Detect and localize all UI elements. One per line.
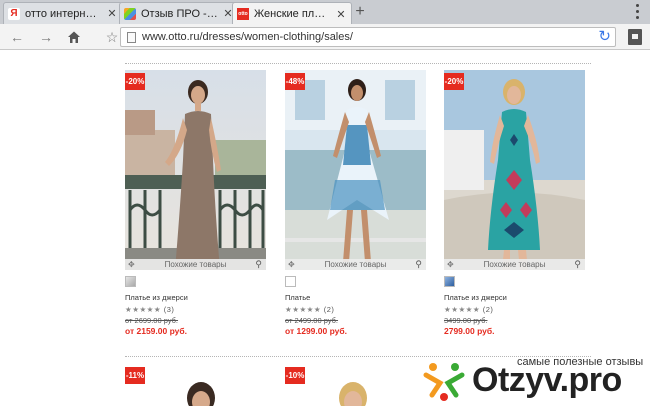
browser-toolbar: ← → ☆ www.otto.ru/dresses/women-clothing… [0, 24, 650, 50]
product-name[interactable]: Платье [285, 293, 310, 302]
row-divider [125, 63, 591, 64]
similar-products-label[interactable]: Похожие товары [125, 260, 266, 269]
magnifier-icon[interactable]: ⚲ [574, 259, 581, 270]
product-photo[interactable] [285, 70, 426, 270]
old-price: от 2699.00 руб. [125, 316, 179, 325]
close-icon[interactable]: ✕ [106, 7, 118, 20]
review-count[interactable]: (2) [483, 305, 494, 314]
otto-icon: otto [237, 8, 249, 20]
rating: ★★★★★ (3) [125, 305, 174, 314]
url-text[interactable]: www.otto.ru/dresses/women-clothing/sales… [142, 31, 353, 43]
sale-price: 2799.00 руб. [444, 326, 495, 336]
similar-products-label[interactable]: Похожие товары [285, 260, 426, 269]
watermark-logo: Otzyv.pro [472, 361, 622, 399]
product-name[interactable]: Платье из джерси [444, 293, 507, 302]
color-swatch[interactable] [125, 276, 136, 287]
product-photo[interactable] [125, 364, 266, 406]
tab-title: Женские пл… [254, 8, 326, 20]
color-swatch[interactable] [285, 276, 296, 287]
bookmark-list-icon[interactable] [628, 29, 642, 45]
discount-badge: -48% [285, 73, 305, 90]
page-icon [127, 32, 136, 43]
sale-price: от 1299.00 руб. [285, 326, 348, 336]
yandex-icon: Я [8, 7, 20, 20]
sale-price: от 2159.00 руб. [125, 326, 188, 336]
old-price: от 2499.00 руб. [285, 316, 339, 325]
discount-badge: -20% [125, 73, 145, 90]
tab-title: отто интерн… [25, 7, 97, 20]
bookmark-star-icon[interactable]: ☆ [103, 28, 121, 46]
discount-badge: -10% [285, 367, 305, 384]
address-bar[interactable]: www.otto.ru/dresses/women-clothing/sales… [120, 27, 616, 47]
color-swatch[interactable] [444, 276, 455, 287]
back-arrow-icon[interactable]: ← [8, 28, 26, 46]
product-name[interactable]: Платье из джерси [125, 293, 188, 302]
review-count[interactable]: (3) [164, 305, 175, 314]
tab-otzyv-pro[interactable]: Отзыв ПРО -… ✕ [119, 2, 239, 24]
reload-icon[interactable]: ↻ [598, 28, 611, 46]
similar-products-bar[interactable]: ✥ Похожие товары ⚲ [125, 259, 266, 270]
similar-products-bar[interactable]: ✥ Похожие товары ⚲ [285, 259, 426, 270]
tab-otto-search[interactable]: Я отто интерн… ✕ [3, 2, 123, 24]
otzyv-watermark: самые полезные отзывы Otzyv.pro [420, 353, 650, 406]
old-price: 3499.00 руб. [444, 316, 488, 325]
review-count[interactable]: (2) [324, 305, 335, 314]
tab-womens-dresses[interactable]: otto Женские пл… ✕ [232, 2, 352, 25]
forward-arrow-icon[interactable]: → [37, 28, 55, 46]
discount-badge: -11% [125, 367, 145, 384]
pinwheel-icon [124, 7, 136, 20]
product-photo[interactable] [285, 364, 426, 406]
tab-title: Отзыв ПРО -… [141, 7, 218, 20]
discount-badge: -20% [444, 73, 464, 90]
tab-strip: Я отто интерн… ✕ Отзыв ПРО -… ✕ otto Жен… [0, 0, 650, 25]
browser-menu-icon[interactable] [634, 2, 640, 20]
rating-stars: ★★★★★ [444, 305, 481, 314]
product-photo[interactable] [125, 70, 266, 270]
similar-products-bar[interactable]: ✥ Похожие товары ⚲ [444, 259, 585, 270]
home-icon[interactable] [65, 28, 83, 46]
magnifier-icon[interactable]: ⚲ [415, 259, 422, 270]
product-photo[interactable] [444, 70, 585, 270]
rating-stars: ★★★★★ [285, 305, 322, 314]
new-tab-button[interactable]: + [350, 3, 370, 21]
otzyv-logo-icon [423, 363, 465, 401]
rating: ★★★★★ (2) [444, 305, 493, 314]
rating: ★★★★★ (2) [285, 305, 334, 314]
close-icon[interactable]: ✕ [335, 8, 347, 21]
similar-products-label[interactable]: Похожие товары [444, 260, 585, 269]
rating-stars: ★★★★★ [125, 305, 162, 314]
magnifier-icon[interactable]: ⚲ [255, 259, 262, 270]
